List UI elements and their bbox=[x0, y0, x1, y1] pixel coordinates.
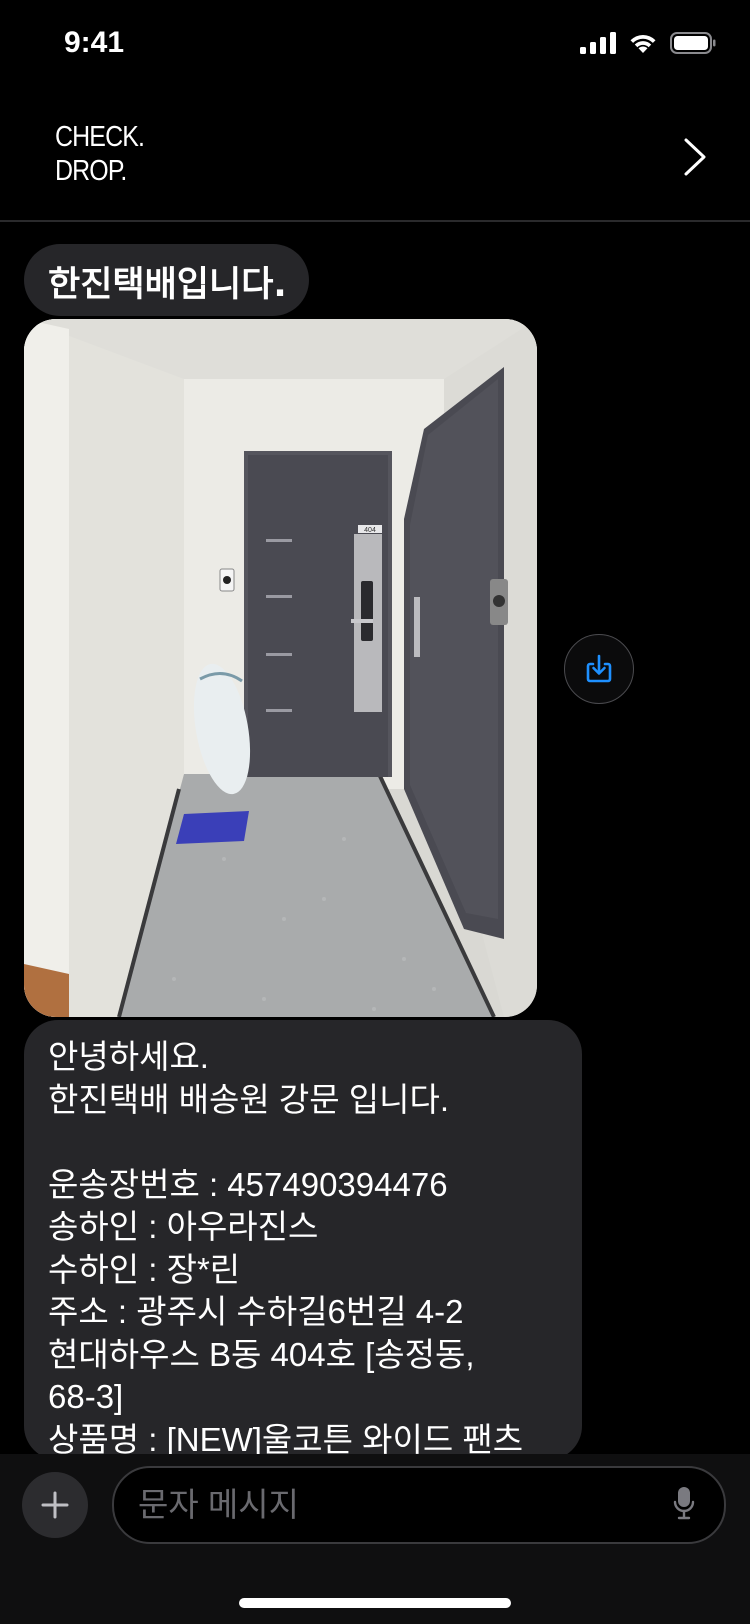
message-text: 한진택배입니다. bbox=[48, 265, 287, 305]
status-icons bbox=[580, 32, 716, 54]
signal-icon bbox=[580, 32, 616, 54]
mic-icon[interactable] bbox=[672, 1485, 696, 1523]
status-time: 9:41 bbox=[64, 26, 125, 59]
message-bubble-delivery-info[interactable]: 안녕하세요. 한진택배 배송원 강문 입니다. 운송장번호 : 45749039… bbox=[24, 1020, 582, 1460]
app-header: CHECK. DROP. bbox=[0, 94, 750, 222]
add-attachment-button[interactable] bbox=[22, 1472, 88, 1538]
message-input-container bbox=[112, 1466, 726, 1544]
message-composer bbox=[0, 1454, 750, 1624]
message-input[interactable] bbox=[136, 1478, 640, 1532]
app-logo: CHECK. DROP. bbox=[55, 120, 145, 188]
wifi-icon bbox=[630, 35, 656, 53]
message-bubble-greeting[interactable]: 한진택배입니다. bbox=[24, 244, 309, 316]
save-download-icon bbox=[586, 654, 612, 683]
message-text: 안녕하세요. 한진택배 배송원 강문 입니다. 운송장번호 : 45749039… bbox=[48, 1038, 524, 1458]
battery-icon bbox=[670, 32, 716, 54]
logo-line-1: CHECK. bbox=[55, 121, 145, 153]
plus-icon bbox=[41, 1491, 69, 1519]
home-indicator bbox=[239, 1598, 511, 1608]
delivery-photo[interactable]: 404 bbox=[24, 319, 537, 1017]
save-photo-button[interactable] bbox=[564, 634, 634, 704]
chevron-right-icon[interactable] bbox=[680, 134, 710, 180]
door-number: 404 bbox=[364, 527, 376, 534]
logo-line-2: DROP. bbox=[55, 155, 127, 187]
status-bar: 9:41 bbox=[0, 0, 750, 94]
delivery-photo-image: 404 bbox=[24, 319, 537, 1017]
